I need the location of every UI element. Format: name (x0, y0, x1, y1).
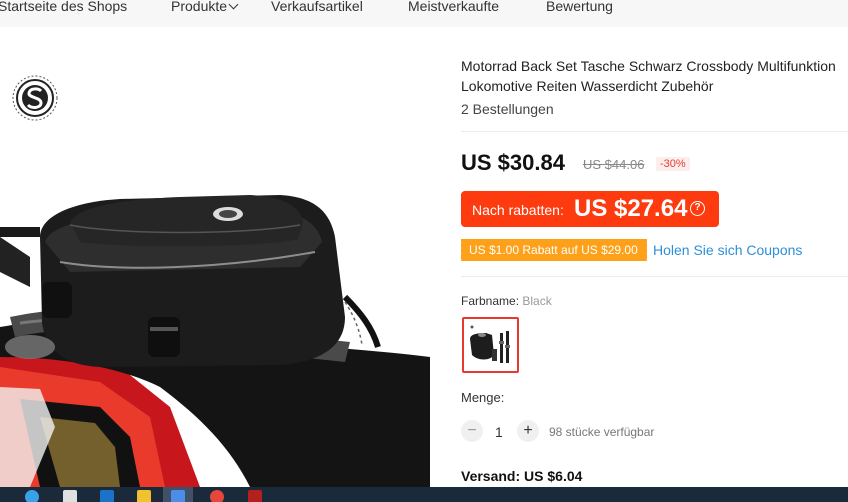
discount-badge: -30% (656, 157, 690, 171)
product-image[interactable] (0, 27, 430, 487)
quantity-increase-button[interactable]: + (517, 420, 539, 442)
app-icon[interactable] (63, 490, 77, 502)
product-title-line-1: Motorrad Back Set Tasche Schwarz Crossbo… (461, 58, 836, 74)
color-label: Farbname: Black (461, 294, 552, 308)
taskbar (0, 487, 848, 502)
nav-bestsellers[interactable]: Meistverkaufte (408, 0, 499, 15)
quantity-label: Menge: (461, 390, 505, 405)
mail-icon[interactable] (171, 490, 185, 502)
nav-products[interactable]: Produkte (171, 0, 239, 15)
chevron-down-icon (228, 0, 239, 10)
color-swatch-black[interactable] (462, 317, 519, 373)
product-title: Motorrad Back Set Tasche Schwarz Crossbo… (461, 56, 848, 96)
stock-availability: 98 stücke verfügbar (549, 425, 655, 439)
nav-products-label: Produkte (171, 0, 228, 14)
color-value: Black (522, 294, 552, 308)
nav-reviews[interactable]: Bewertung (546, 0, 613, 15)
product-page: Startseite des Shops Produkte Verkaufsar… (0, 0, 848, 502)
nav-sale-items[interactable]: Verkaufsartikel (271, 0, 363, 15)
store-nav: Startseite des Shops Produkte Verkaufsar… (0, 0, 848, 27)
color-label-text: Farbname: (461, 294, 520, 308)
divider (461, 276, 848, 277)
brand-logo (10, 73, 60, 123)
get-coupons-link[interactable]: Holen Sie sich Coupons (653, 242, 802, 258)
motorcycle-bag-photo (0, 195, 430, 487)
product-title-line-2: Lokomotive Reiten Wasserdicht Zubehör (461, 78, 714, 94)
swatch-thumbnail (470, 325, 510, 363)
folder-icon[interactable] (137, 490, 151, 502)
after-discount-label: Nach rabatten: (472, 202, 564, 218)
original-price: US $44.06 (583, 157, 645, 172)
quantity-value[interactable]: 1 (495, 424, 503, 440)
nav-store-home[interactable]: Startseite des Shops (0, 0, 127, 15)
question-icon[interactable]: ? (690, 201, 705, 216)
coupon-tag: US $1.00 Rabatt auf US $29.00 (459, 239, 647, 261)
chrome-icon[interactable] (210, 490, 224, 502)
app-icon[interactable] (248, 490, 262, 502)
shipping-cost: Versand: US $6.04 (461, 468, 583, 484)
order-count: 2 Bestellungen (461, 101, 554, 117)
current-price: US $30.84 (461, 150, 565, 175)
search-icon[interactable] (25, 490, 39, 502)
after-discount-banner: Nach rabatten: US $27.64 ? (461, 191, 719, 227)
edge-icon[interactable] (100, 490, 114, 502)
divider (461, 131, 848, 132)
quantity-decrease-button[interactable]: − (461, 420, 483, 442)
after-discount-price: US $27.64 (574, 195, 688, 222)
